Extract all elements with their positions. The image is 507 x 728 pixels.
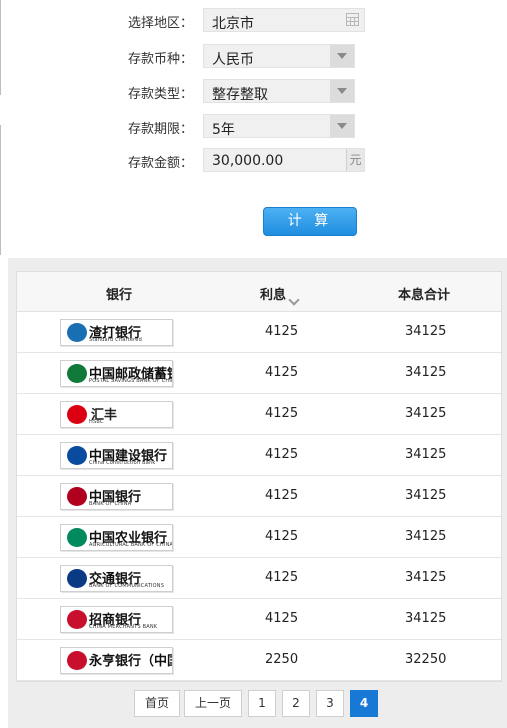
interest-cell: 4125 — [265, 529, 299, 544]
total-cell: 34125 — [405, 611, 447, 626]
results-panel: 银行 利息 本息合计 渣打银行 Standard Chartered 4125 341… — [8, 258, 507, 728]
interest-column-header[interactable]: 利息 — [260, 284, 300, 306]
amount-unit: 元 — [346, 149, 364, 171]
deposit-calculator-form: 选择地区： 北京市 存款币种： 人民币 存款类型： 整存整取 存款期限： 5年 — [0, 0, 507, 256]
bank-english-name: AGRICULTURAL BANK OF CHINA — [89, 542, 173, 548]
table-row: 渣打银行 Standard Chartered 4125 34125 — [17, 312, 501, 353]
bank-emblem-icon — [67, 364, 87, 383]
bank-english-name: POSTAL SAVINGS BANK OF CHINA — [89, 378, 173, 384]
table-row: 永亨银行（中国） 2250 32250 — [17, 640, 501, 681]
region-row: 选择地区： 北京市 — [0, 8, 507, 32]
region-label: 选择地区： — [128, 16, 194, 31]
page-1-button[interactable]: 1 — [248, 690, 276, 717]
table-row: 中国农业银行 AGRICULTURAL BANK OF CHINA 4125 3412… — [17, 517, 501, 558]
bank-english-name: China Construction Bank — [89, 460, 156, 466]
total-cell: 34125 — [405, 365, 447, 380]
total-cell: 34125 — [405, 529, 447, 544]
chevron-down-icon[interactable] — [330, 80, 354, 102]
region-input[interactable]: 北京市 — [203, 8, 365, 32]
amount-value: 30,000.00 — [212, 153, 284, 169]
bank-logo: 中国农业银行 AGRICULTURAL BANK OF CHINA — [60, 524, 173, 551]
bank-emblem-icon — [67, 569, 87, 588]
bank-logo: 招商银行 CHINA MERCHANTS BANK — [60, 606, 173, 633]
term-label: 存款期限： — [128, 122, 194, 137]
interest-cell: 4125 — [265, 406, 299, 421]
table-body: 渣打银行Standard Chartered412534125中国邮政储蓄银行P… — [17, 312, 501, 681]
page-4-button[interactable]: 4 — [350, 690, 378, 717]
total-column-header: 本息合计 — [398, 288, 451, 303]
table-row: 中国邮政储蓄银行POSTAL SAVINGS BANK OF CHINA 4125… — [17, 353, 501, 394]
bank-logo: 交通银行 BANK OF COMMUNICATIONS — [60, 565, 173, 592]
term-value: 5年 — [212, 122, 235, 138]
bank-column-header: 银行 — [106, 288, 133, 303]
currency-value: 人民币 — [212, 52, 254, 68]
chevron-down-icon[interactable] — [330, 115, 354, 137]
bank-emblem-icon — [67, 610, 87, 629]
bank-emblem-icon — [67, 446, 87, 465]
chevron-down-icon[interactable] — [330, 45, 354, 67]
currency-label: 存款币种： — [128, 52, 194, 67]
total-cell: 34125 — [405, 488, 447, 503]
amount-label: 存款金额： — [128, 156, 194, 171]
total-cell: 34125 — [405, 447, 447, 462]
bank-logo: 中国邮政储蓄银行POSTAL SAVINGS BANK OF CHINA — [60, 360, 173, 387]
page-2-button[interactable]: 2 — [282, 690, 310, 717]
results-table: 银行 利息 本息合计 渣打银行 Standard Chartered 4125 341… — [16, 271, 502, 682]
table-row: 汇丰 HSBC 4125 34125 — [17, 394, 501, 435]
bank-name: 永亨银行（中国） — [89, 654, 172, 669]
currency-row: 存款币种： 人民币 — [0, 44, 507, 68]
table-row: 中国银行 BANK OF CHINA 4125 34125 — [17, 476, 501, 517]
bank-english-name: Standard Chartered — [89, 337, 142, 343]
currency-select[interactable]: 人民币 — [203, 44, 355, 68]
total-cell: 34125 — [405, 570, 447, 585]
page-3-button[interactable]: 3 — [316, 690, 344, 717]
term-select[interactable]: 5年 — [203, 114, 355, 138]
bank-logo: 永亨银行（中国） — [60, 647, 173, 674]
total-cell: 34125 — [405, 406, 447, 421]
bank-english-name: BANK OF CHINA — [89, 501, 132, 507]
bank-english-name: BANK OF COMMUNICATIONS — [89, 583, 165, 589]
interest-cell: 4125 — [265, 324, 299, 339]
bank-logo: 渣打银行 Standard Chartered — [60, 319, 173, 346]
calendar-icon[interactable] — [346, 13, 359, 26]
total-cell: 34125 — [405, 324, 447, 339]
region-value: 北京市 — [212, 16, 254, 32]
table-row: 交通银行 BANK OF COMMUNICATIONS 4125 34125 — [17, 558, 501, 599]
first-page-button[interactable]: 首页 — [134, 690, 180, 717]
calculate-button[interactable]: 计 算 — [263, 207, 357, 236]
table-row: 招商银行 CHINA MERCHANTS BANK 4125 34125 — [17, 599, 501, 640]
bank-emblem-icon — [67, 528, 87, 547]
deposit-type-value: 整存整取 — [212, 87, 268, 103]
interest-cell: 4125 — [265, 447, 299, 462]
interest-cell: 4125 — [265, 570, 299, 585]
bank-emblem-icon — [67, 487, 87, 506]
total-cell: 32250 — [405, 652, 447, 667]
table-row: 中国建设银行 China Construction Bank 4125 34125 — [17, 435, 501, 476]
left-divider — [0, 125, 1, 255]
bank-logo: 中国建设银行 China Construction Bank — [60, 442, 173, 469]
interest-cell: 4125 — [265, 611, 299, 626]
interest-header-label: 利息 — [260, 288, 287, 303]
amount-row: 存款金额： 30,000.00 元 — [0, 148, 507, 172]
deposit-type-select[interactable]: 整存整取 — [203, 79, 355, 103]
amount-input[interactable]: 30,000.00 元 — [203, 148, 365, 172]
interest-cell: 2250 — [265, 652, 299, 667]
deposit-type-row: 存款类型： 整存整取 — [0, 79, 507, 103]
bank-emblem-icon — [67, 405, 87, 424]
table-header: 银行 利息 本息合计 — [17, 272, 501, 312]
term-row: 存款期限： 5年 — [0, 114, 507, 138]
interest-cell: 4125 — [265, 365, 299, 380]
bank-emblem-icon — [67, 651, 87, 670]
bank-emblem-icon — [67, 323, 87, 342]
pagination: 首页 上一页 1 2 3 4 — [0, 690, 507, 718]
prev-page-button[interactable]: 上一页 — [184, 690, 242, 717]
interest-cell: 4125 — [265, 488, 299, 503]
bank-logo: 汇丰 HSBC — [60, 401, 173, 428]
sort-down-icon[interactable] — [288, 294, 300, 306]
bank-english-name: HSBC — [89, 419, 104, 425]
bank-logo: 中国银行 BANK OF CHINA — [60, 483, 173, 510]
bank-english-name: CHINA MERCHANTS BANK — [89, 624, 158, 630]
deposit-type-label: 存款类型： — [128, 87, 194, 102]
